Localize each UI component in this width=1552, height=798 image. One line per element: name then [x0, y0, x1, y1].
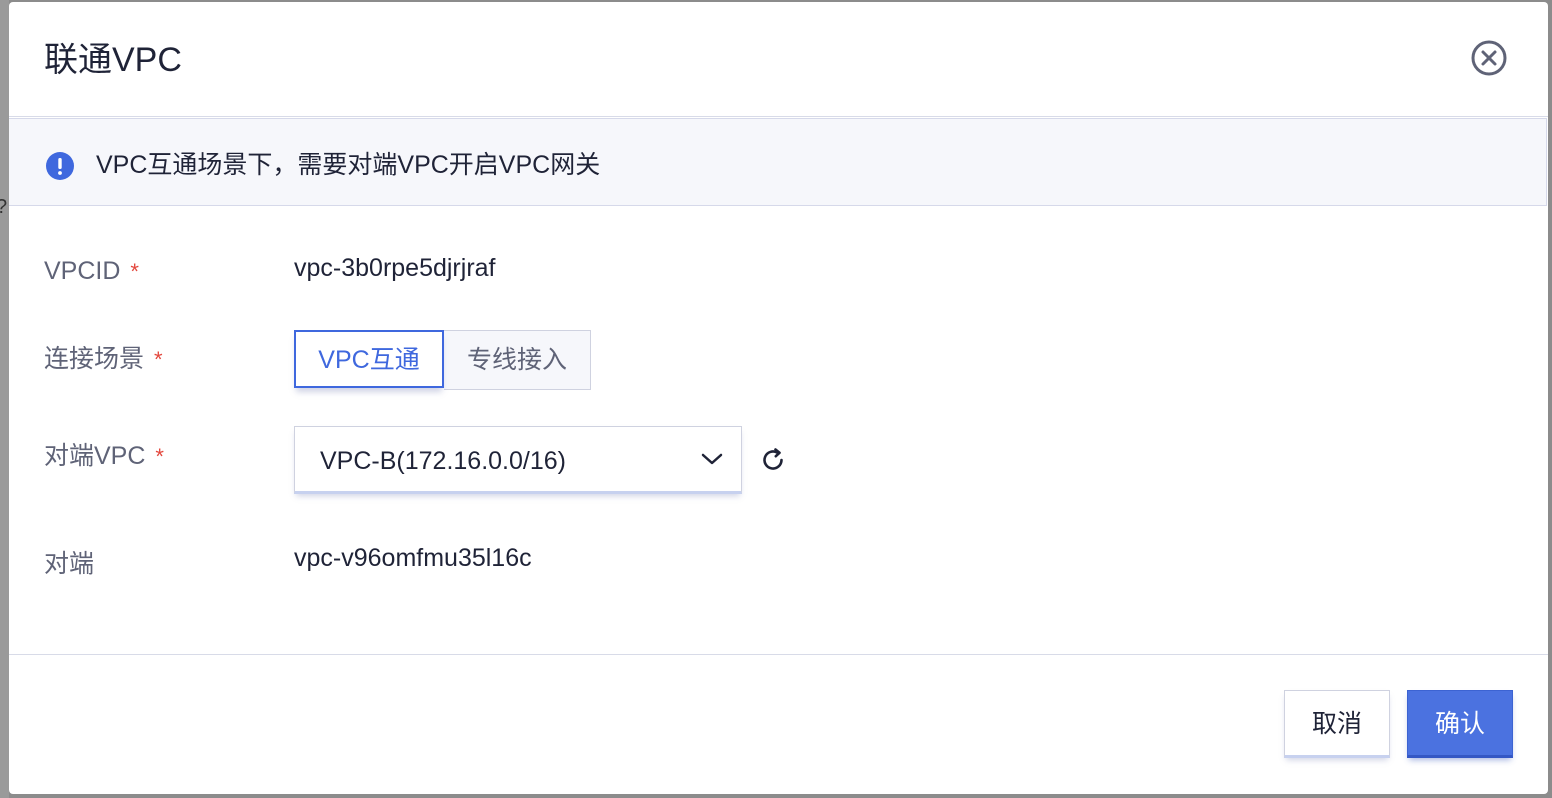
required-mark: * [154, 347, 163, 372]
scene-option-vpc-peering[interactable]: VPC互通 [294, 330, 444, 388]
close-icon[interactable] [1471, 40, 1507, 76]
vpcid-value: vpc-3b0rpe5djrjraf [294, 254, 496, 282]
scene-label: 连接场景 * [44, 343, 163, 376]
peer-vpc-label: 对端VPC * [44, 440, 164, 473]
dialog-header: 联通VPC [9, 2, 1548, 117]
peer-vpc-select[interactable]: VPC-B(172.16.0.0/16) [294, 426, 742, 494]
cancel-button[interactable]: 取消 [1284, 690, 1390, 758]
backdrop [0, 0, 9, 798]
chevron-down-icon [701, 453, 723, 465]
connect-vpc-dialog: 联通VPC VPC互通场景下，需要对端VPC开启VPC网关 VPCID * vpc… [9, 2, 1548, 794]
vpcid-label: VPCID * [44, 255, 139, 288]
info-circle-icon [46, 152, 74, 180]
peer-vpc-selected-value: VPC-B(172.16.0.0/16) [320, 447, 566, 475]
notice-banner: VPC互通场景下，需要对端VPC开启VPC网关 [9, 118, 1547, 206]
vpcid-label-text: VPCID [44, 257, 121, 285]
scene-segmented-control: VPC互通 专线接入 [294, 330, 591, 390]
scene-label-text: 连接场景 [44, 345, 145, 373]
required-mark: * [130, 259, 139, 284]
peer-value: vpc-v96omfmu35l16c [294, 544, 532, 572]
peer-vpc-label-text: 对端VPC [44, 442, 146, 470]
notice-text: VPC互通场景下，需要对端VPC开启VPC网关 [96, 151, 601, 179]
required-mark: * [155, 444, 164, 469]
dialog-title: 联通VPC [44, 41, 182, 79]
confirm-button[interactable]: 确认 [1407, 690, 1513, 758]
scene-option-direct-connect[interactable]: 专线接入 [444, 330, 591, 390]
peer-label: 对端 [44, 550, 95, 578]
backdrop-help-glyph: ? [0, 196, 7, 219]
refresh-icon[interactable] [759, 446, 787, 474]
footer-divider [9, 654, 1548, 655]
